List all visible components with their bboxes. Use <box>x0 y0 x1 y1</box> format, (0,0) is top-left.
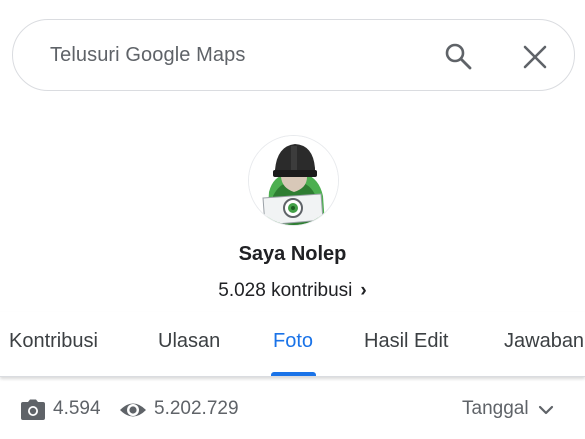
chevron-right-icon: › <box>360 280 367 301</box>
search-icon[interactable] <box>444 42 472 70</box>
sort-label: Tanggal <box>462 398 529 419</box>
search-input[interactable]: Telusuri Google Maps <box>50 44 245 67</box>
tab-ulasan[interactable]: Ulasan <box>158 330 220 353</box>
tab-kontribusi[interactable]: Kontribusi <box>9 330 98 353</box>
stats-row: 4.594 5.202.729 Tanggal <box>0 390 585 430</box>
contributions-count: 5.028 kontribusi <box>218 280 353 301</box>
contributions-link[interactable]: 5.028 kontribusi › <box>0 280 585 302</box>
close-icon[interactable] <box>522 44 548 70</box>
tab-bar: Kontribusi Ulasan Foto Hasil Edit Jawaba… <box>0 312 585 377</box>
eye-icon <box>119 399 147 421</box>
tab-foto[interactable]: Foto <box>273 330 313 353</box>
view-count: 5.202.729 <box>154 398 239 419</box>
photo-count: 4.594 <box>53 398 101 419</box>
profile-name: Saya Nolep <box>238 243 347 265</box>
tab-jawaban[interactable]: Jawaban <box>504 330 584 353</box>
camera-icon <box>20 399 46 421</box>
search-bar[interactable]: Telusuri Google Maps <box>12 19 575 91</box>
active-tab-indicator <box>271 372 316 376</box>
avatar[interactable] <box>248 135 339 226</box>
tab-hasil-edit[interactable]: Hasil Edit <box>364 330 448 353</box>
chevron-down-icon <box>538 402 554 418</box>
